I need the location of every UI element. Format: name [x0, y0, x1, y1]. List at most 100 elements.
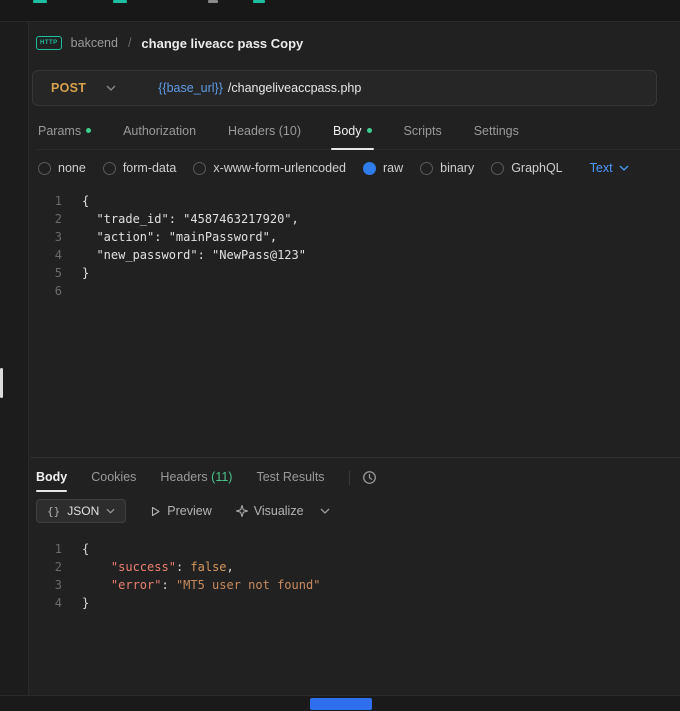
raw-format-dropdown[interactable]: Text [590, 161, 629, 175]
method-label: POST [51, 81, 86, 95]
sparkle-icon [236, 505, 248, 517]
response-tab-cookies[interactable]: Cookies [91, 470, 136, 492]
response-tab-body[interactable]: Body [36, 470, 67, 492]
code-token: : [161, 578, 175, 592]
radio-form-data[interactable]: form-data [103, 161, 177, 175]
breadcrumb: HTTP bakcend / change liveacc pass Copy [36, 32, 680, 54]
code-token [82, 578, 111, 592]
code-text: "new_password": "NewPass@123" [82, 246, 306, 264]
json-key: "success" [111, 560, 176, 574]
tab-sliver-icon [208, 0, 218, 3]
radio-label: form-data [123, 161, 177, 175]
code-token: { [82, 542, 89, 556]
code-text: { [82, 192, 89, 210]
http-request-icon: HTTP [36, 36, 62, 50]
raw-format-label: Text [590, 161, 613, 175]
response-tab-headers[interactable]: Headers (11) [160, 470, 232, 492]
code-text: "action": "mainPassword", [82, 228, 277, 246]
line-number: 6 [30, 282, 82, 300]
left-rail [0, 22, 29, 695]
line-number: 3 [30, 576, 82, 594]
line-number: 1 [30, 540, 82, 558]
radio-graphql[interactable]: GraphQL [491, 161, 562, 175]
tab-label: Body [333, 124, 362, 138]
response-format-dropdown[interactable]: {} JSON [36, 499, 126, 523]
code-line: 1 { [30, 540, 680, 558]
code-line: 6 [30, 282, 680, 300]
response-body-viewer[interactable]: 1 { 2 "success": false, 3 "error": "MT5 … [30, 534, 680, 612]
window-tab-strip [0, 0, 680, 22]
line-number: 4 [30, 594, 82, 612]
tab-sliver-icon [33, 0, 47, 3]
radio-label: none [58, 161, 86, 175]
tab-scripts[interactable]: Scripts [402, 122, 444, 149]
tab-authorization[interactable]: Authorization [121, 122, 198, 149]
tab-params[interactable]: Params [36, 122, 93, 149]
tab-label: Authorization [123, 124, 196, 138]
vertical-divider [349, 471, 350, 485]
breadcrumb-request-name[interactable]: change liveacc pass Copy [141, 36, 303, 51]
tab-label: Scripts [404, 124, 442, 138]
braces-icon: {} [47, 505, 60, 518]
code-line: 2 "trade_id": "4587463217920", [30, 210, 680, 228]
chevron-down-icon [619, 165, 629, 171]
bottom-blue-widget[interactable] [310, 698, 372, 710]
line-number: 4 [30, 246, 82, 264]
tab-label: Headers (10) [228, 124, 301, 138]
radio-icon [193, 162, 206, 175]
chevron-down-icon [106, 85, 116, 91]
line-number: 3 [30, 228, 82, 246]
bottom-status-bar [0, 695, 680, 711]
visualize-label: Visualize [254, 504, 304, 518]
green-dot-indicator [367, 128, 372, 133]
breadcrumb-separator: / [128, 36, 131, 50]
code-line: 3 "error": "MT5 user not found" [30, 576, 680, 594]
code-token: , [227, 560, 234, 574]
json-string: "MT5 user not found" [176, 578, 321, 592]
response-tabs: Body Cookies Headers (11) Test Results [30, 458, 680, 490]
response-tab-test-results[interactable]: Test Results [256, 470, 324, 492]
url-input[interactable]: {{base_url}} /changeliveaccpass.php [134, 81, 656, 95]
json-boolean: false [190, 560, 226, 574]
radio-icon [38, 162, 51, 175]
radio-label: raw [383, 161, 403, 175]
more-options-chevron-icon[interactable] [320, 508, 330, 514]
tab-label: Cookies [91, 470, 136, 484]
breadcrumb-collection[interactable]: bakcend [71, 36, 118, 50]
json-key: "error" [111, 578, 162, 592]
request-body-editor[interactable]: 1 { 2 "trade_id": "4587463217920", 3 "ac… [30, 186, 680, 458]
radio-none[interactable]: none [38, 161, 86, 175]
code-line: 3 "action": "mainPassword", [30, 228, 680, 246]
preview-button[interactable]: Preview [150, 504, 211, 518]
response-time-clock-icon[interactable] [362, 470, 377, 485]
code-token: } [82, 596, 89, 610]
radio-label: x-www-form-urlencoded [213, 161, 346, 175]
visualize-button[interactable]: Visualize [236, 504, 304, 518]
request-tabs: Params Authorization Headers (10) Body S… [36, 122, 680, 150]
code-line: 4 } [30, 594, 680, 612]
request-url-bar: POST {{base_url}} /changeliveaccpass.php [32, 70, 657, 106]
code-token: : [176, 560, 190, 574]
radio-icon-selected [363, 162, 376, 175]
tab-settings[interactable]: Settings [472, 122, 521, 149]
code-text: "trade_id": "4587463217920", [82, 210, 299, 228]
line-number: 1 [30, 192, 82, 210]
radio-raw[interactable]: raw [363, 161, 403, 175]
radio-x-www-form-urlencoded[interactable]: x-www-form-urlencoded [193, 161, 346, 175]
radio-icon [491, 162, 504, 175]
radio-binary[interactable]: binary [420, 161, 474, 175]
tab-sliver-icon [113, 0, 127, 3]
headers-count-badge: (11) [211, 470, 232, 484]
tab-body[interactable]: Body [331, 122, 374, 149]
tab-headers[interactable]: Headers (10) [226, 122, 303, 149]
method-dropdown[interactable]: POST [33, 81, 134, 95]
request-pane: HTTP bakcend / change liveacc pass Copy … [30, 22, 680, 695]
radio-icon [103, 162, 116, 175]
tab-label: Settings [474, 124, 519, 138]
play-icon [150, 506, 161, 517]
preview-label: Preview [167, 504, 211, 518]
tab-label: Test Results [256, 470, 324, 484]
scrollbar-thumb[interactable] [0, 368, 3, 398]
chevron-down-icon [106, 508, 115, 514]
response-format-label: JSON [67, 504, 99, 518]
